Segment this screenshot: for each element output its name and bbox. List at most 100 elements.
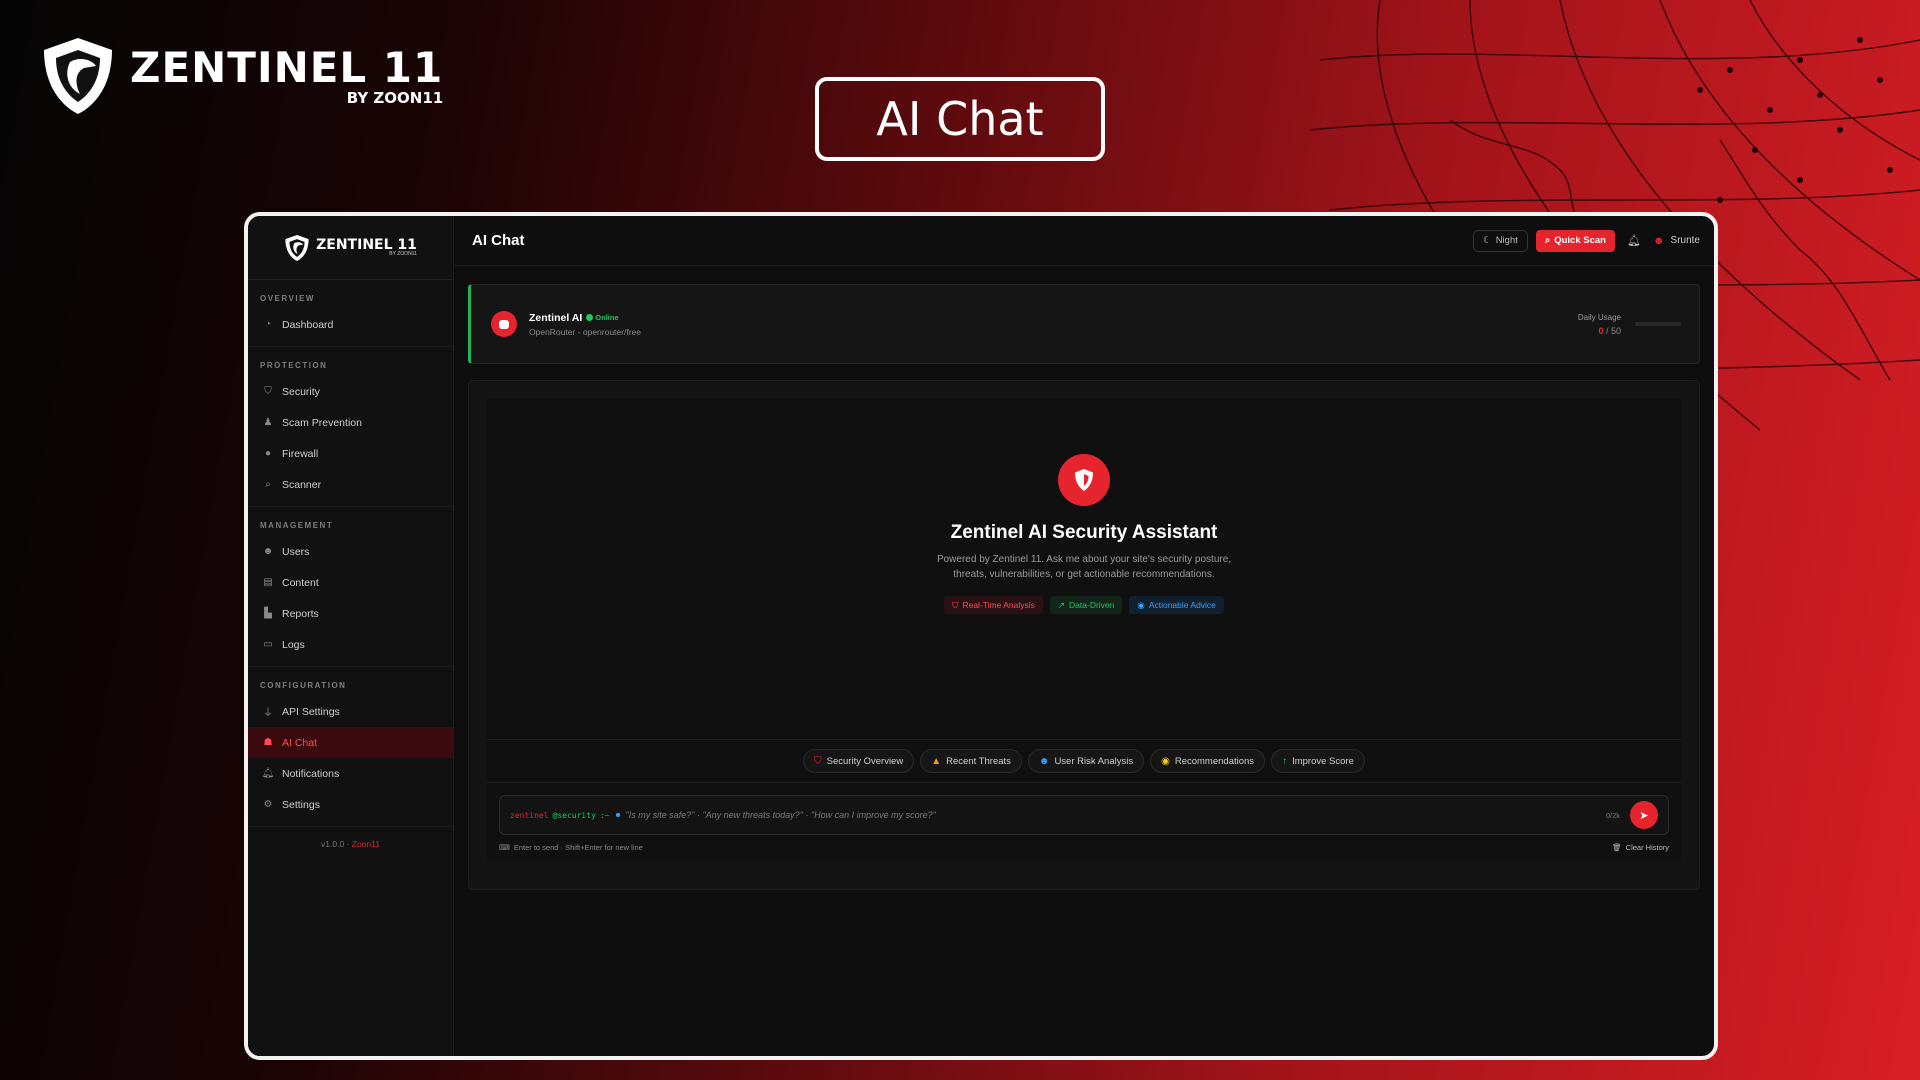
ai-name: Zentinel AI	[529, 311, 583, 324]
shield-icon: ⛉	[952, 599, 959, 610]
quick-security-overview[interactable]: ⛉ Security Overview	[803, 749, 915, 773]
eagle-shield-icon	[44, 38, 112, 114]
usage-progress-bar	[1635, 322, 1681, 326]
sidebar-item-logs[interactable]: ▭ Logs	[248, 629, 453, 660]
quick-label: Recent Threats	[946, 755, 1011, 767]
quick-label: Improve Score	[1292, 755, 1354, 767]
sidebar-logo[interactable]: ZENTINEL 11 BY ZOON11	[248, 216, 453, 280]
lightbulb-icon: ◉	[1161, 755, 1170, 767]
sidebar-item-label: Dashboard	[282, 318, 334, 331]
sidebar-item-label: Settings	[282, 798, 320, 811]
assistant-description: Powered by Zentinel 11. Ask me about you…	[936, 554, 1232, 580]
night-mode-button[interactable]: ☾ Night	[1473, 229, 1528, 252]
online-dot-icon	[586, 314, 594, 321]
sidebar-logo-by: BY ZOON11	[389, 251, 417, 257]
daily-usage: Daily Usage 0 / 50	[1578, 313, 1621, 336]
sidebar-item-notifications[interactable]: 🔔︎ Notifications	[248, 758, 453, 789]
night-label: Night	[1495, 235, 1518, 246]
sidebar-item-label: Scanner	[282, 478, 322, 491]
page-heading: AI Chat	[815, 77, 1105, 161]
sidebar-item-content[interactable]: ▤ Content	[248, 567, 453, 598]
online-label: Online	[595, 313, 619, 322]
sidebar-item-users[interactable]: ☻ Users	[248, 536, 453, 567]
sidebar-item-label: Scam Prevention	[282, 416, 362, 429]
input-hint: Enter to send · Shift+Enter for new line	[513, 843, 643, 852]
quick-label: Security Overview	[826, 755, 904, 767]
sidebar-item-ai-chat[interactable]: ☗ AI Chat	[248, 727, 453, 758]
sidebar-item-firewall[interactable]: ● Firewall	[248, 438, 453, 469]
warning-icon: ▲	[931, 755, 942, 767]
assistant-title: Zentinel AI Security Assistant	[950, 522, 1218, 543]
robot-avatar-icon	[491, 311, 517, 337]
sidebar-item-scam-prevention[interactable]: ♟ Scam Prevention	[248, 407, 453, 438]
send-button[interactable]: ➤	[1630, 801, 1658, 829]
sidebar: ZENTINEL 11 BY ZOON11 OVERVIEW ◔ Dashboa…	[248, 216, 454, 1056]
file-icon: ▤	[263, 577, 273, 588]
lightbulb-icon: ◉	[1137, 599, 1145, 610]
version-info: v1.0.0 · Zoon11	[248, 827, 453, 849]
section-title: MANAGEMENT	[260, 521, 334, 530]
feature-badges: ⛉ Real-Time Analysis ↗ Data-Driven ◉ Act…	[944, 596, 1224, 614]
clear-history-button[interactable]: 🗑︎ Clear History	[1612, 843, 1669, 852]
cursor-dot	[615, 813, 620, 817]
section-title: PROTECTION	[260, 361, 328, 370]
version-text: v1.0.0 ·	[321, 839, 350, 849]
section-title: OVERVIEW	[260, 294, 315, 303]
paper-plane-icon: ➤	[1639, 809, 1649, 822]
sidebar-item-security[interactable]: ⛉ Security	[248, 376, 453, 407]
gear-icon: ⚙	[263, 799, 273, 810]
quick-recent-threats[interactable]: ▲ Recent Threats	[920, 749, 1022, 773]
sidebar-item-reports[interactable]: ▙ Reports	[248, 598, 453, 629]
version-author: Zoon11	[351, 839, 380, 849]
badge-data-driven: ↗ Data-Driven	[1049, 596, 1123, 614]
app-window: ZENTINEL 11 BY ZOON11 OVERVIEW ◔ Dashboa…	[244, 212, 1718, 1060]
badge-label: Real-Time Analysis	[962, 600, 1035, 610]
user-name: Srunte	[1670, 235, 1700, 246]
section-title: CONFIGURATION	[260, 681, 347, 690]
quick-scan-button[interactable]: ⌕ Quick Scan	[1535, 229, 1615, 252]
sidebar-section-configuration: CONFIGURATION ⏚ API Settings ☗ AI Chat 🔔…	[248, 667, 453, 827]
chart-line-icon: ↗	[1057, 599, 1066, 610]
arrow-up-icon: ↑	[1282, 755, 1288, 767]
users-icon: ☻	[1038, 755, 1050, 767]
brand-logo: ZENTINEL 11 BY ZOON11	[40, 36, 443, 116]
sidebar-item-dashboard[interactable]: ◔ Dashboard	[248, 309, 453, 340]
sidebar-item-label: AI Chat	[282, 736, 318, 749]
notifications-bell-icon[interactable]: 🔔︎	[1623, 230, 1645, 252]
moon-icon: ☾	[1483, 235, 1492, 246]
quick-user-risk[interactable]: ☻ User Risk Analysis	[1027, 749, 1145, 773]
user-menu[interactable]: ☻ Srunte	[1653, 235, 1700, 247]
prompt-host: @security	[552, 810, 596, 820]
chart-icon: ▙	[264, 608, 272, 619]
chat-messages: Zentinel AI Security Assistant Powered b…	[487, 399, 1681, 740]
quick-actions: ⛉ Security Overview ▲ Recent Threats ☻ U…	[487, 740, 1681, 783]
prompt-sep: :~	[599, 810, 610, 820]
quick-improve-score[interactable]: ↑ Improve Score	[1271, 749, 1365, 773]
sidebar-item-api-settings[interactable]: ⏚ API Settings	[248, 696, 453, 727]
quick-recommendations[interactable]: ◉ Recommendations	[1150, 749, 1266, 773]
sidebar-item-label: Content	[282, 576, 319, 589]
search-icon: ⌕	[1544, 235, 1551, 246]
clear-history-label: Clear History	[1625, 843, 1669, 852]
shield-icon: ⛉	[814, 755, 822, 767]
brand-name: ZENTINEL 11	[130, 42, 444, 92]
sidebar-item-scanner[interactable]: ⌕ Scanner	[248, 469, 453, 500]
ai-status-card: Zentinel AI Online OpenRouter - openrout…	[468, 284, 1700, 364]
ai-provider: OpenRouter - openrouter/free	[529, 326, 641, 337]
bell-icon: 🔔︎	[261, 768, 275, 779]
user-secret-icon: ♟	[263, 417, 273, 428]
brand-by: BY ZOON11	[346, 88, 444, 107]
topbar-actions: ☾ Night ⌕ Quick Scan 🔔︎ ☻ Srunte	[1473, 229, 1700, 252]
char-counter: 0/2k	[1605, 810, 1620, 820]
list-icon: ▭	[263, 639, 273, 650]
sidebar-item-settings[interactable]: ⚙ Settings	[248, 789, 453, 820]
badge-actionable: ◉ Actionable Advice	[1129, 596, 1224, 614]
shield-icon: ⛉	[264, 386, 272, 397]
sidebar-item-label: Firewall	[282, 447, 319, 460]
chat-input[interactable]: zentinel @security:~ "Is my site safe?" ·…	[499, 795, 1669, 835]
sidebar-item-label: API Settings	[282, 705, 340, 718]
plug-icon: ⏚	[263, 708, 273, 719]
fire-icon: ●	[264, 448, 272, 459]
content: Zentinel AI Online OpenRouter - openrout…	[454, 266, 1714, 908]
sidebar-section-protection: PROTECTION ⛉ Security ♟ Scam Prevention …	[248, 347, 453, 507]
